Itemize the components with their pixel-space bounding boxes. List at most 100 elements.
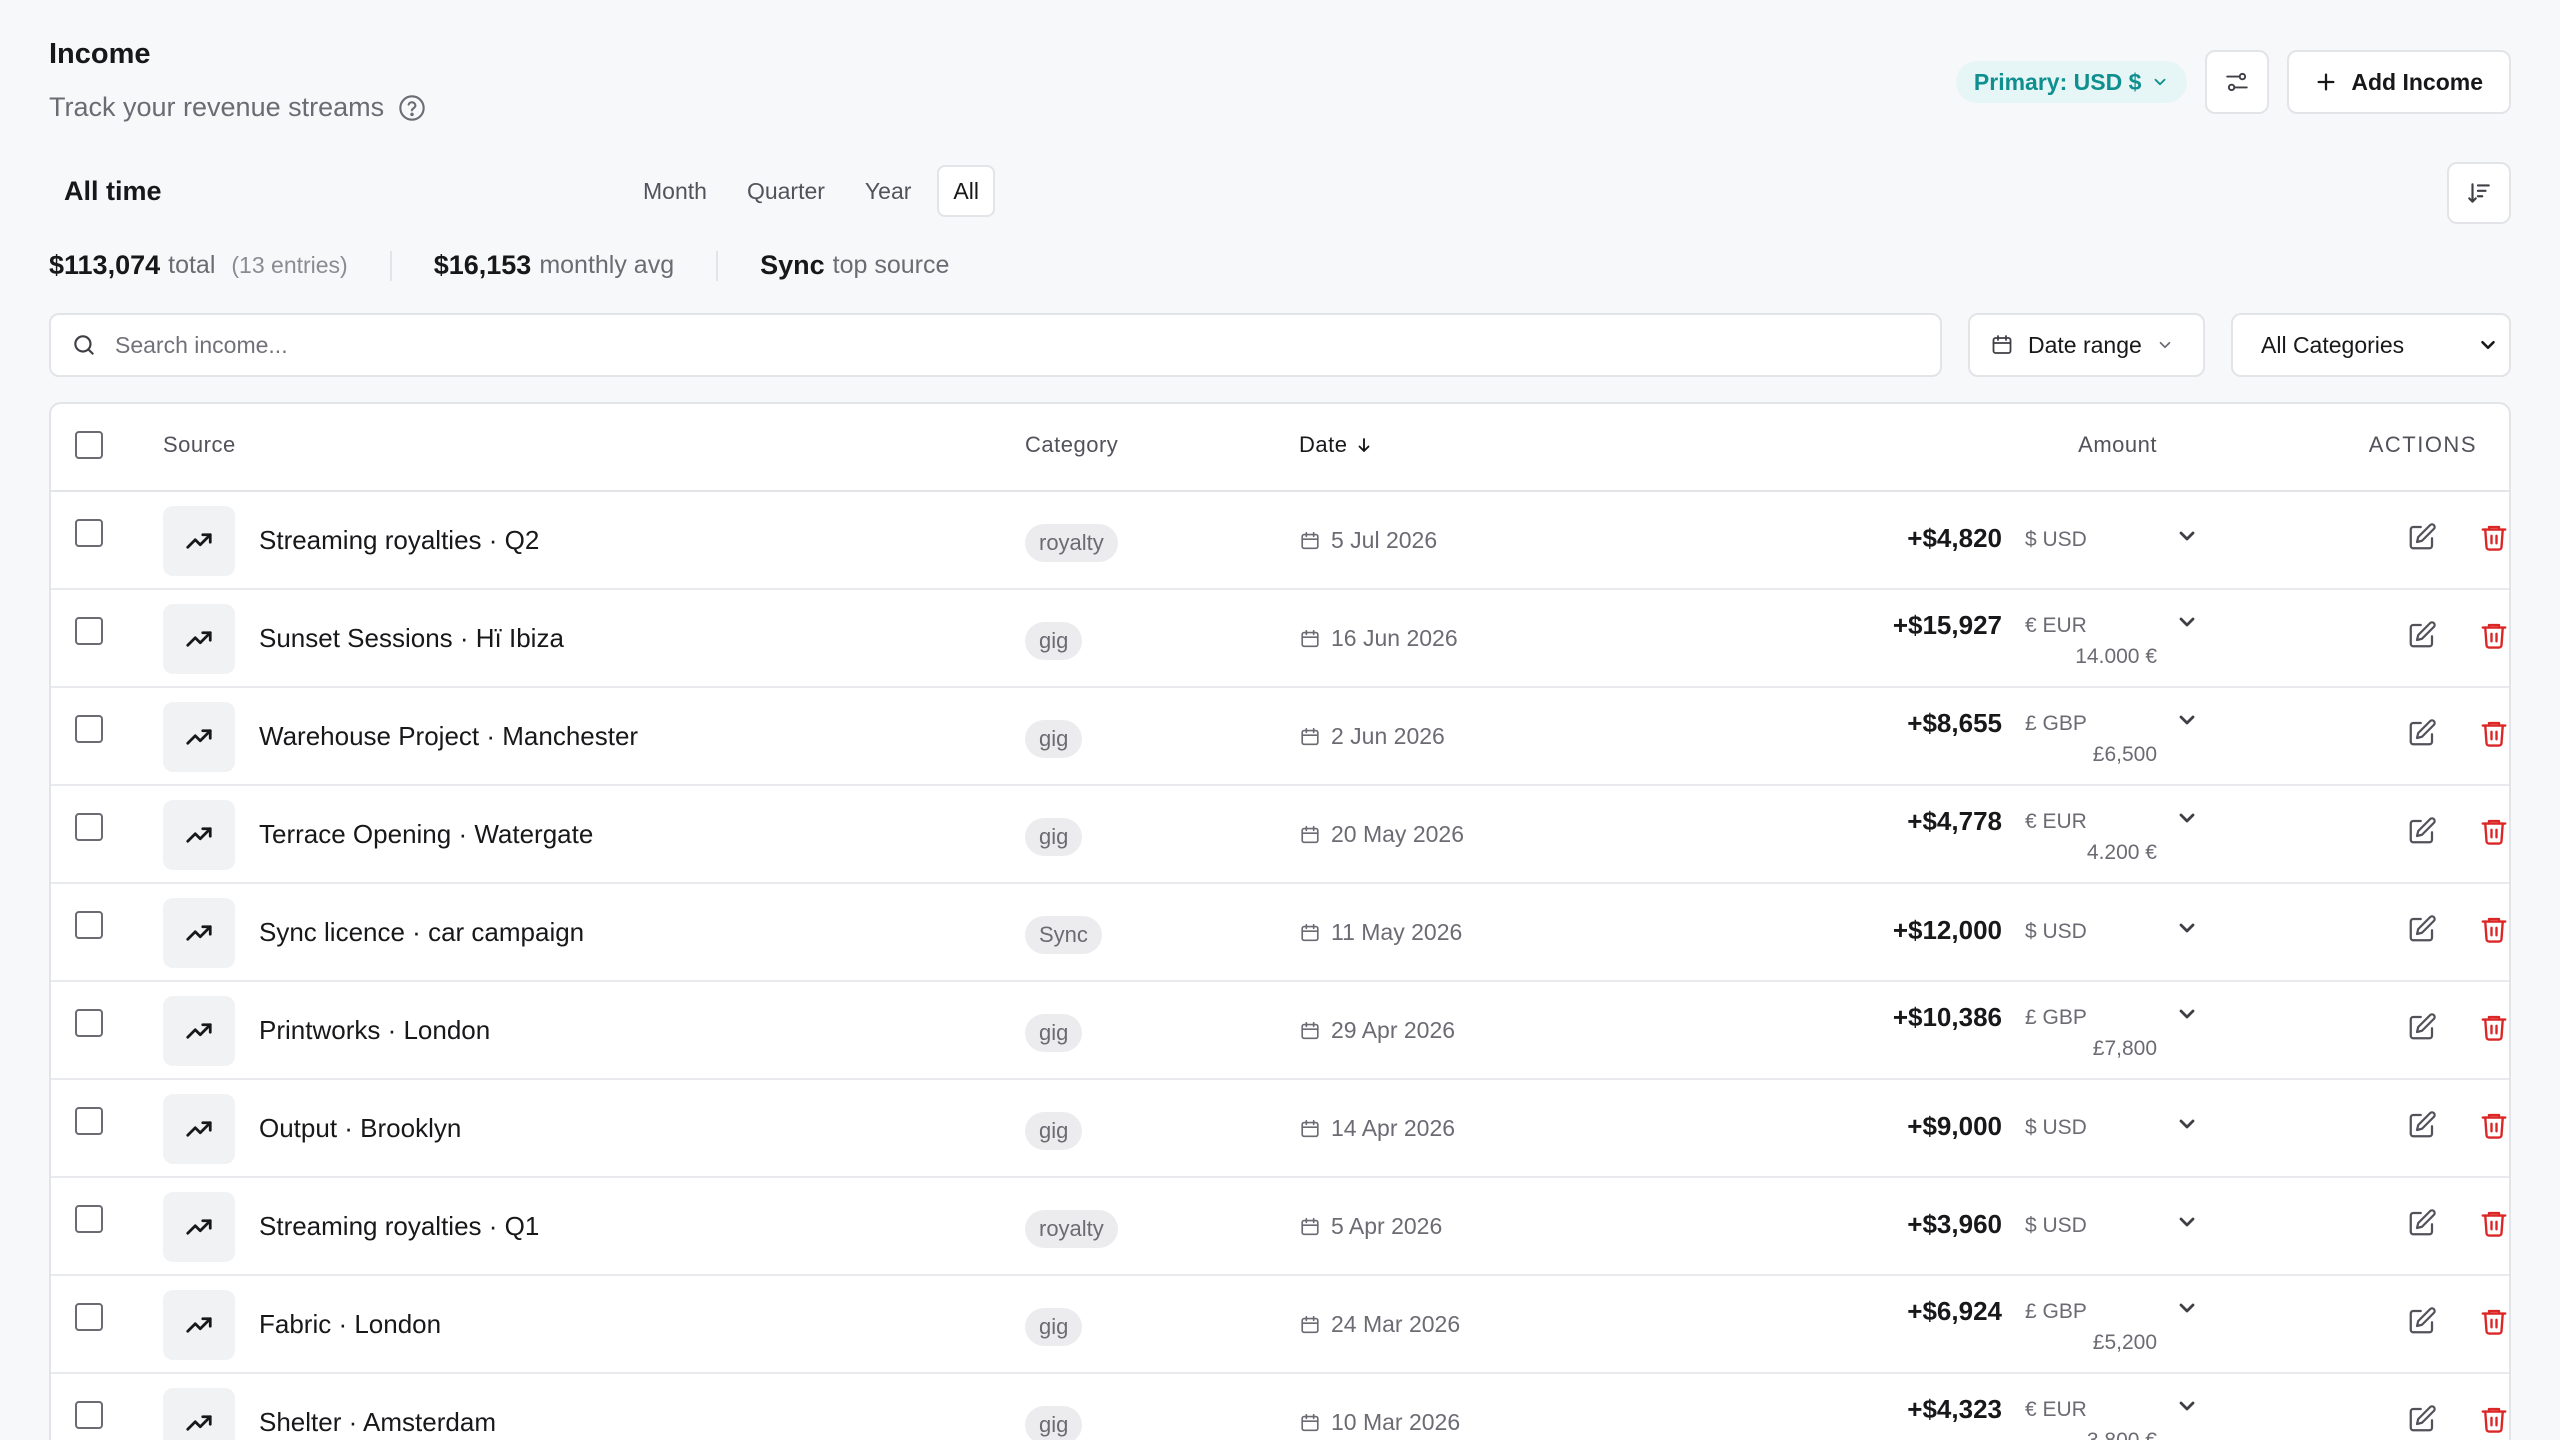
table-row[interactable]: Printworks · London gig 29 Apr 2026 +$10… [51, 982, 2509, 1080]
trash-icon [2479, 914, 2509, 944]
row-checkbox[interactable] [75, 1303, 103, 1331]
expand-row-button[interactable] [2175, 708, 2199, 732]
date-cell: 2 Jun 2026 [1299, 723, 1445, 750]
entries-count: (13 entries) [231, 252, 348, 278]
column-source[interactable]: Source [163, 432, 236, 458]
source-name: Printworks · London [259, 1015, 491, 1045]
expand-row-button[interactable] [2175, 524, 2199, 548]
help-icon[interactable] [398, 94, 426, 122]
subtitle-text: Track your revenue streams [49, 92, 385, 122]
row-checkbox[interactable] [75, 519, 103, 547]
table-row[interactable]: Terrace Opening · Watergate gig 20 May 2… [51, 786, 2509, 884]
primary-currency-selector[interactable]: Primary: USD $ [1955, 61, 2188, 103]
delete-button[interactable] [2479, 1404, 2509, 1434]
delete-button[interactable] [2479, 1012, 2509, 1042]
trash-icon [2479, 1110, 2509, 1140]
expand-row-button[interactable] [2175, 806, 2199, 830]
table-row[interactable]: Sunset Sessions · Hï Ibiza gig 16 Jun 20… [51, 590, 2509, 688]
amount-value: +$10,386 [1892, 1002, 2002, 1032]
column-amount[interactable]: Amount [2078, 432, 2157, 458]
page-subtitle: Track your revenue streams [49, 92, 426, 123]
edit-button[interactable] [2407, 1012, 2437, 1042]
expand-row-button[interactable] [2175, 1112, 2199, 1136]
summary-stats: $113,074 total (13 entries) $16,153 mont… [49, 250, 949, 281]
date-cell: 20 May 2026 [1299, 821, 1464, 848]
edit-button[interactable] [2407, 620, 2437, 650]
add-income-button[interactable]: Add Income [2287, 50, 2511, 114]
delete-button[interactable] [2479, 620, 2509, 650]
row-checkbox[interactable] [75, 1205, 103, 1233]
currency-code: £ GBP [2025, 712, 2087, 735]
table-row[interactable]: Output · Brooklyn gig 14 Apr 2026 +$9,00… [51, 1080, 2509, 1178]
table-row[interactable]: Streaming royalties · Q1 royalty 5 Apr 2… [51, 1178, 2509, 1276]
tab-month[interactable]: Month [629, 165, 721, 217]
trash-icon [2479, 1404, 2509, 1434]
calendar-icon [1299, 922, 1321, 944]
page-header: Income Track your revenue streams Primar… [49, 36, 2511, 126]
search-input[interactable] [115, 331, 1920, 359]
table-row[interactable]: Streaming royalties · Q2 royalty 5 Jul 2… [51, 492, 2509, 590]
currency-code: $ USD [2025, 1116, 2087, 1139]
trending-up-icon [163, 506, 235, 576]
edit-button[interactable] [2407, 718, 2437, 748]
edit-button[interactable] [2407, 1208, 2437, 1238]
row-checkbox[interactable] [75, 1401, 103, 1429]
expand-row-button[interactable] [2175, 1296, 2199, 1320]
edit-button[interactable] [2407, 816, 2437, 846]
chevron-down-icon [2175, 1394, 2199, 1418]
edit-button[interactable] [2407, 1306, 2437, 1336]
table-row[interactable]: Warehouse Project · Manchester gig 2 Jun… [51, 688, 2509, 786]
edit-button[interactable] [2407, 1110, 2437, 1140]
tab-all[interactable]: All [937, 165, 995, 217]
expand-row-button[interactable] [2175, 1210, 2199, 1234]
income-page: Income Track your revenue streams Primar… [0, 0, 2560, 1440]
column-date[interactable]: Date [1299, 432, 1373, 458]
delete-button[interactable] [2479, 1110, 2509, 1140]
source-name: Sunset Sessions · Hï Ibiza [259, 623, 564, 653]
row-checkbox[interactable] [75, 911, 103, 939]
category-badge: gig [1025, 1112, 1083, 1150]
trash-icon [2479, 816, 2509, 846]
table-row[interactable]: Fabric · London gig 24 Mar 2026 +$6,924 … [51, 1276, 2509, 1374]
select-all-checkbox[interactable] [75, 431, 103, 459]
delete-button[interactable] [2479, 914, 2509, 944]
row-checkbox[interactable] [75, 715, 103, 743]
category-select[interactable]: All Categories [2231, 313, 2511, 377]
amount-value: +$6,924 [1907, 1296, 2002, 1326]
category-badge: gig [1025, 720, 1083, 758]
tab-quarter[interactable]: Quarter [733, 165, 839, 217]
sort-button[interactable] [2447, 162, 2511, 224]
row-checkbox[interactable] [75, 1107, 103, 1135]
edit-button[interactable] [2407, 1404, 2437, 1434]
date-range-button[interactable]: Date range [1968, 313, 2205, 377]
calendar-icon [1299, 1412, 1321, 1434]
expand-row-button[interactable] [2175, 1394, 2199, 1418]
delete-button[interactable] [2479, 1306, 2509, 1336]
trending-up-icon [163, 996, 235, 1066]
row-checkbox[interactable] [75, 617, 103, 645]
row-checkbox[interactable] [75, 813, 103, 841]
delete-button[interactable] [2479, 522, 2509, 552]
column-date-label: Date [1299, 432, 1348, 457]
filter-settings-button[interactable] [2205, 50, 2270, 114]
expand-row-button[interactable] [2175, 916, 2199, 940]
currency-code: € EUR [2025, 1398, 2087, 1421]
delete-button[interactable] [2479, 718, 2509, 748]
trending-up-icon [163, 898, 235, 968]
column-category[interactable]: Category [1025, 432, 1118, 458]
trash-icon [2479, 718, 2509, 748]
search-box [49, 313, 1942, 377]
edit-button[interactable] [2407, 522, 2437, 552]
delete-button[interactable] [2479, 1208, 2509, 1238]
table-row[interactable]: Shelter · Amsterdam gig 10 Mar 2026 +$4,… [51, 1374, 2509, 1440]
tab-year[interactable]: Year [851, 165, 925, 217]
calendar-icon [1299, 1216, 1321, 1238]
expand-row-button[interactable] [2175, 610, 2199, 634]
period-tabs: Month Quarter Year All [629, 165, 995, 217]
edit-button[interactable] [2407, 914, 2437, 944]
delete-button[interactable] [2479, 816, 2509, 846]
expand-row-button[interactable] [2175, 1002, 2199, 1026]
table-row[interactable]: Sync licence · car campaign Sync 11 May … [51, 884, 2509, 982]
chevron-down-icon [2175, 1296, 2199, 1320]
row-checkbox[interactable] [75, 1009, 103, 1037]
